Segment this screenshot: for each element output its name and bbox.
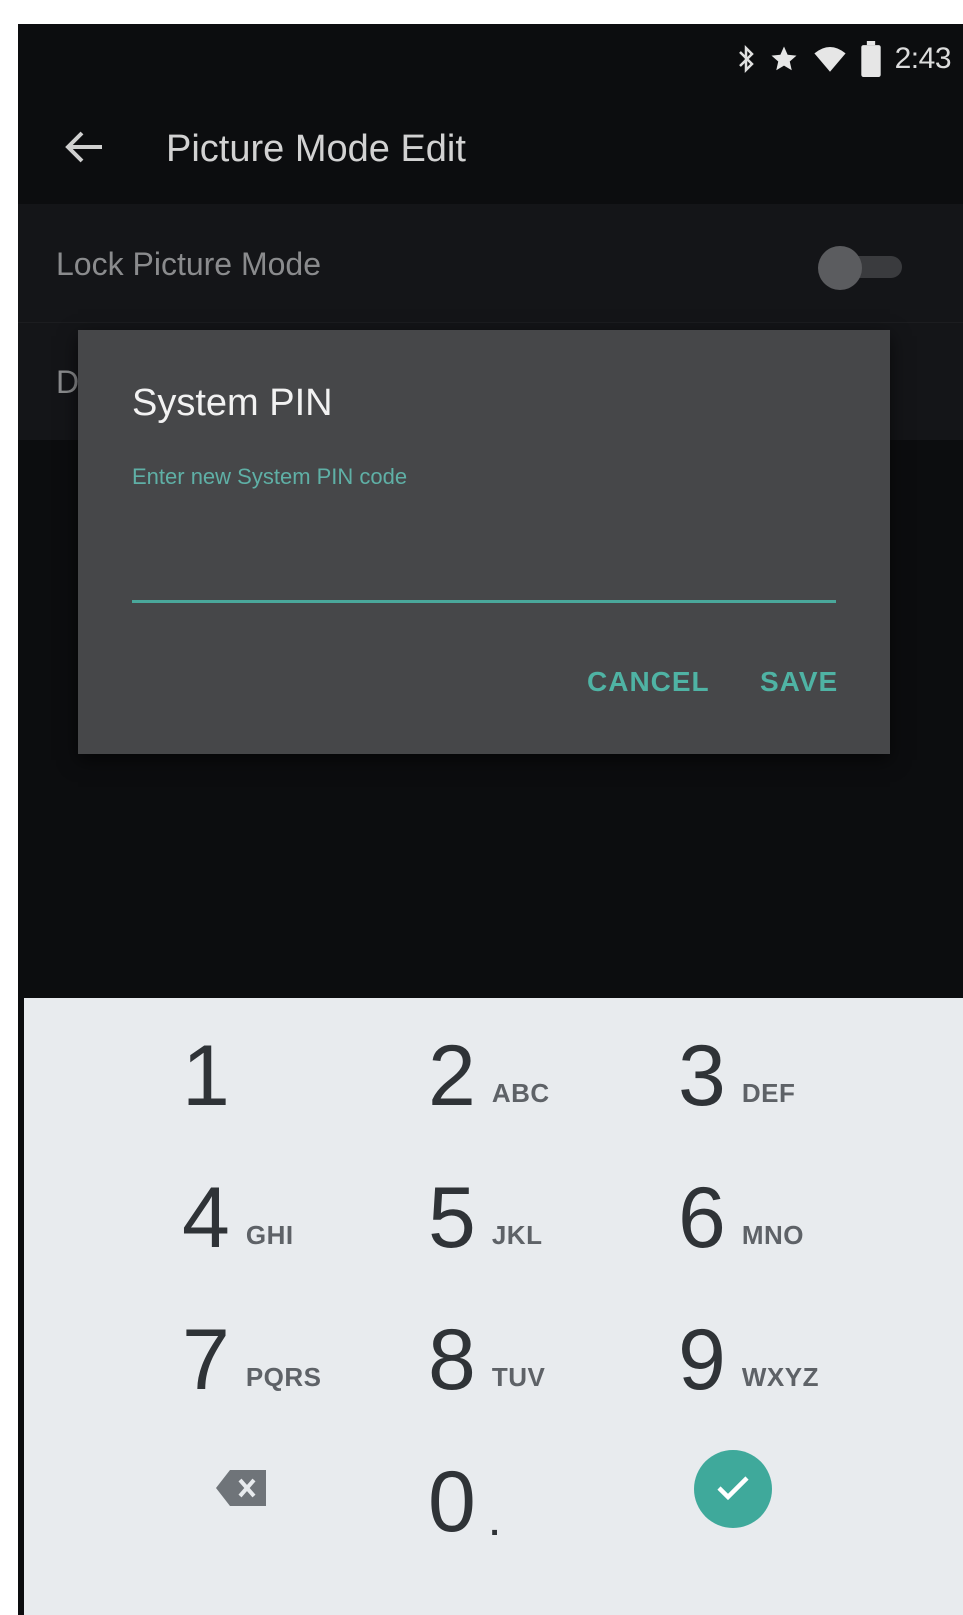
key-letters: DEF [741, 1077, 796, 1108]
lock-picture-mode-row[interactable]: Lock Picture Mode [18, 204, 963, 323]
key-5[interactable]: 5 JKL [428, 1158, 542, 1278]
key-digit: 0 [428, 1454, 476, 1550]
key-digit: 1 [182, 1028, 230, 1124]
back-button[interactable] [54, 119, 114, 179]
key-2[interactable]: 2 ABC [428, 1016, 550, 1136]
key-1[interactable]: 1 [182, 1016, 230, 1136]
lock-picture-mode-toggle[interactable] [818, 246, 906, 290]
star-icon [769, 44, 799, 74]
key-9[interactable]: 9 WXYZ [678, 1300, 819, 1420]
key-digit: 3 [678, 1028, 726, 1124]
lock-picture-mode-label: Lock Picture Mode [56, 246, 322, 282]
key-7[interactable]: 7 PQRS [182, 1300, 322, 1420]
battery-icon [860, 41, 881, 77]
key-digit: 8 [428, 1312, 476, 1408]
arrow-back-icon [64, 130, 104, 169]
key-8[interactable]: 8 TUV [428, 1300, 545, 1420]
key-digit: 2 [428, 1028, 476, 1124]
key-letters: JKL [491, 1219, 543, 1250]
numeric-keypad: 1 2 ABC 3 DEF 4 GHI 5 JKL 6 MNO 7 PQRS 8… [24, 998, 963, 1615]
pin-hint: Enter new System PIN code [132, 464, 408, 489]
key-letters: MNO [741, 1219, 805, 1250]
status-bar: 2:43 [18, 24, 963, 94]
status-time: 2:43 [894, 42, 952, 75]
key-4[interactable]: 4 GHI [182, 1158, 294, 1278]
key-digit: 5 [428, 1170, 476, 1266]
toolbar: Picture Mode Edit [18, 94, 963, 204]
key-digit: 4 [182, 1170, 230, 1266]
key-letters: WXYZ [741, 1361, 819, 1392]
save-button[interactable]: SAVE [760, 666, 838, 698]
key-digit: 6 [678, 1170, 726, 1266]
settings-item-label: D [56, 364, 80, 400]
key-6[interactable]: 6 MNO [678, 1158, 804, 1278]
backspace-button[interactable] [214, 1468, 268, 1508]
cancel-button[interactable]: CANCEL [587, 666, 710, 698]
key-3[interactable]: 3 DEF [678, 1016, 795, 1136]
key-letters: ABC [491, 1077, 550, 1108]
key-letters: GHI [245, 1219, 294, 1250]
backspace-icon [214, 1470, 268, 1512]
phone-screen: 2:43 Picture Mode Edit Lock Picture Mode… [18, 24, 963, 1615]
check-icon [713, 1471, 753, 1508]
key-letters: TUV [491, 1361, 546, 1392]
wifi-icon [813, 44, 847, 74]
pin-input[interactable] [132, 540, 836, 603]
system-pin-dialog: System PIN Enter new System PIN code CAN… [78, 330, 890, 754]
key-letters: . [489, 1504, 500, 1543]
toggle-thumb [818, 246, 862, 290]
key-letters: PQRS [245, 1361, 322, 1392]
page-title: Picture Mode Edit [166, 127, 466, 170]
key-digit: 9 [678, 1312, 726, 1408]
key-0[interactable]: 0 . [428, 1442, 499, 1562]
done-button[interactable] [694, 1450, 772, 1528]
bluetooth-icon [737, 43, 755, 75]
dialog-title: System PIN [132, 382, 333, 424]
key-digit: 7 [182, 1312, 230, 1408]
